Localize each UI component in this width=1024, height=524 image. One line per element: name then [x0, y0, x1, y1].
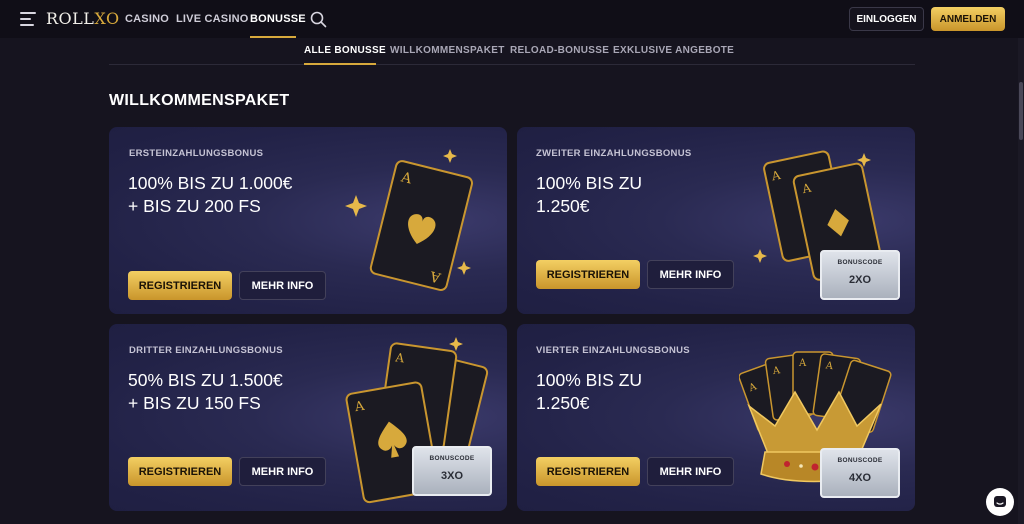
card-headline-line1: 100% BIS ZU [536, 370, 643, 390]
bonus-code-label: BONUSCODE [429, 455, 475, 462]
bonus-code-badge[interactable]: BONUSCODE 2XO [820, 250, 900, 300]
register-button[interactable]: REGISTRIEREN [536, 457, 640, 486]
nav-casino[interactable]: CASINO [125, 13, 169, 25]
register-button[interactable]: REGISTRIEREN [536, 260, 640, 289]
bonus-code-value: 2XO [848, 274, 871, 286]
section-title: WILLKOMMENSPAKET [109, 92, 290, 109]
card-headline-line2: + BIS ZU 150 FS [128, 393, 261, 413]
nav-active-indicator [250, 36, 296, 38]
more-info-button[interactable]: MEHR INFO [239, 457, 326, 486]
bonus-code-label: BONUSCODE [837, 259, 883, 266]
card-headline: 100% BIS ZU 1.250€ [536, 369, 642, 415]
card-headline-line1: 50% BIS ZU 1.500€ [128, 370, 283, 390]
signup-button[interactable]: ANMELDEN [931, 7, 1005, 31]
bonus-card-1: ERSTEINZAHLUNGSBONUS 100% BIS ZU 1.000€ … [109, 127, 507, 314]
card-label: ERSTEINZAHLUNGSBONUS [129, 148, 264, 159]
logo-accent: XO [94, 9, 120, 28]
bonus-code-value: 3XO [440, 470, 463, 482]
menu-icon[interactable] [20, 12, 36, 26]
bonus-card-4: VIERTER EINZAHLUNGSBONUS 100% BIS ZU 1.2… [517, 324, 915, 511]
search-icon[interactable] [310, 11, 327, 28]
register-button[interactable]: REGISTRIEREN [128, 457, 232, 486]
bonus-code-value: 4XO [848, 472, 871, 484]
logo-text: ROLL [46, 9, 95, 28]
bonus-code-badge[interactable]: BONUSCODE 3XO [412, 446, 492, 496]
tab-reload-bonusse[interactable]: RELOAD-BONUSSE [510, 45, 609, 56]
chat-button[interactable] [986, 488, 1014, 516]
more-info-button[interactable]: MEHR INFO [647, 457, 734, 486]
nav-live-casino[interactable]: LIVE CASINO [176, 13, 249, 25]
card-headline-line2: 1.250€ [536, 393, 590, 413]
register-button[interactable]: REGISTRIEREN [128, 271, 232, 300]
bonus-code-badge[interactable]: BONUSCODE 4XO [820, 448, 900, 498]
card-headline: 100% BIS ZU 1.250€ [536, 172, 642, 218]
chat-icon [994, 496, 1006, 507]
card-headline: 100% BIS ZU 1.000€ + BIS ZU 200 FS [128, 172, 292, 218]
login-button[interactable]: EINLOGGEN [849, 7, 924, 31]
card-label: ZWEITER EINZAHLUNGSBONUS [536, 148, 692, 159]
card-headline-line1: 100% BIS ZU 1.000€ [128, 173, 293, 193]
top-bar: ROLLXO CASINO LIVE CASINO BONUSSE EINLOG… [0, 0, 1024, 38]
tab-exklusive-angebote[interactable]: EXKLUSIVE ANGEBOTE [613, 45, 734, 56]
card-headline-line1: 100% BIS ZU [536, 173, 643, 193]
card-label: DRITTER EINZAHLUNGSBONUS [129, 345, 283, 356]
card-headline-line2: + BIS ZU 200 FS [128, 196, 261, 216]
tab-alle-bonusse[interactable]: ALLE BONUSSE [304, 45, 386, 56]
nav-bonusse[interactable]: BONUSSE [250, 13, 306, 25]
card-headline-line2: 1.250€ [536, 196, 590, 216]
subnav-divider [109, 64, 915, 65]
ace-of-hearts-illustration: A A [345, 149, 474, 291]
card-headline: 50% BIS ZU 1.500€ + BIS ZU 150 FS [128, 369, 283, 415]
svg-text:A: A [798, 358, 807, 369]
scrollbar-thumb[interactable] [1019, 82, 1023, 140]
tab-active-indicator [304, 63, 376, 65]
bonus-card-2: ZWEITER EINZAHLUNGSBONUS 100% BIS ZU 1.2… [517, 127, 915, 314]
bonus-code-label: BONUSCODE [837, 457, 883, 464]
logo[interactable]: ROLLXO [46, 9, 120, 28]
card-label: VIERTER EINZAHLUNGSBONUS [536, 345, 690, 356]
bonus-card-3: DRITTER EINZAHLUNGSBONUS 50% BIS ZU 1.50… [109, 324, 507, 511]
tab-willkommenspaket[interactable]: WILLKOMMENSPAKET [390, 45, 505, 56]
more-info-button[interactable]: MEHR INFO [239, 271, 326, 300]
more-info-button[interactable]: MEHR INFO [647, 260, 734, 289]
